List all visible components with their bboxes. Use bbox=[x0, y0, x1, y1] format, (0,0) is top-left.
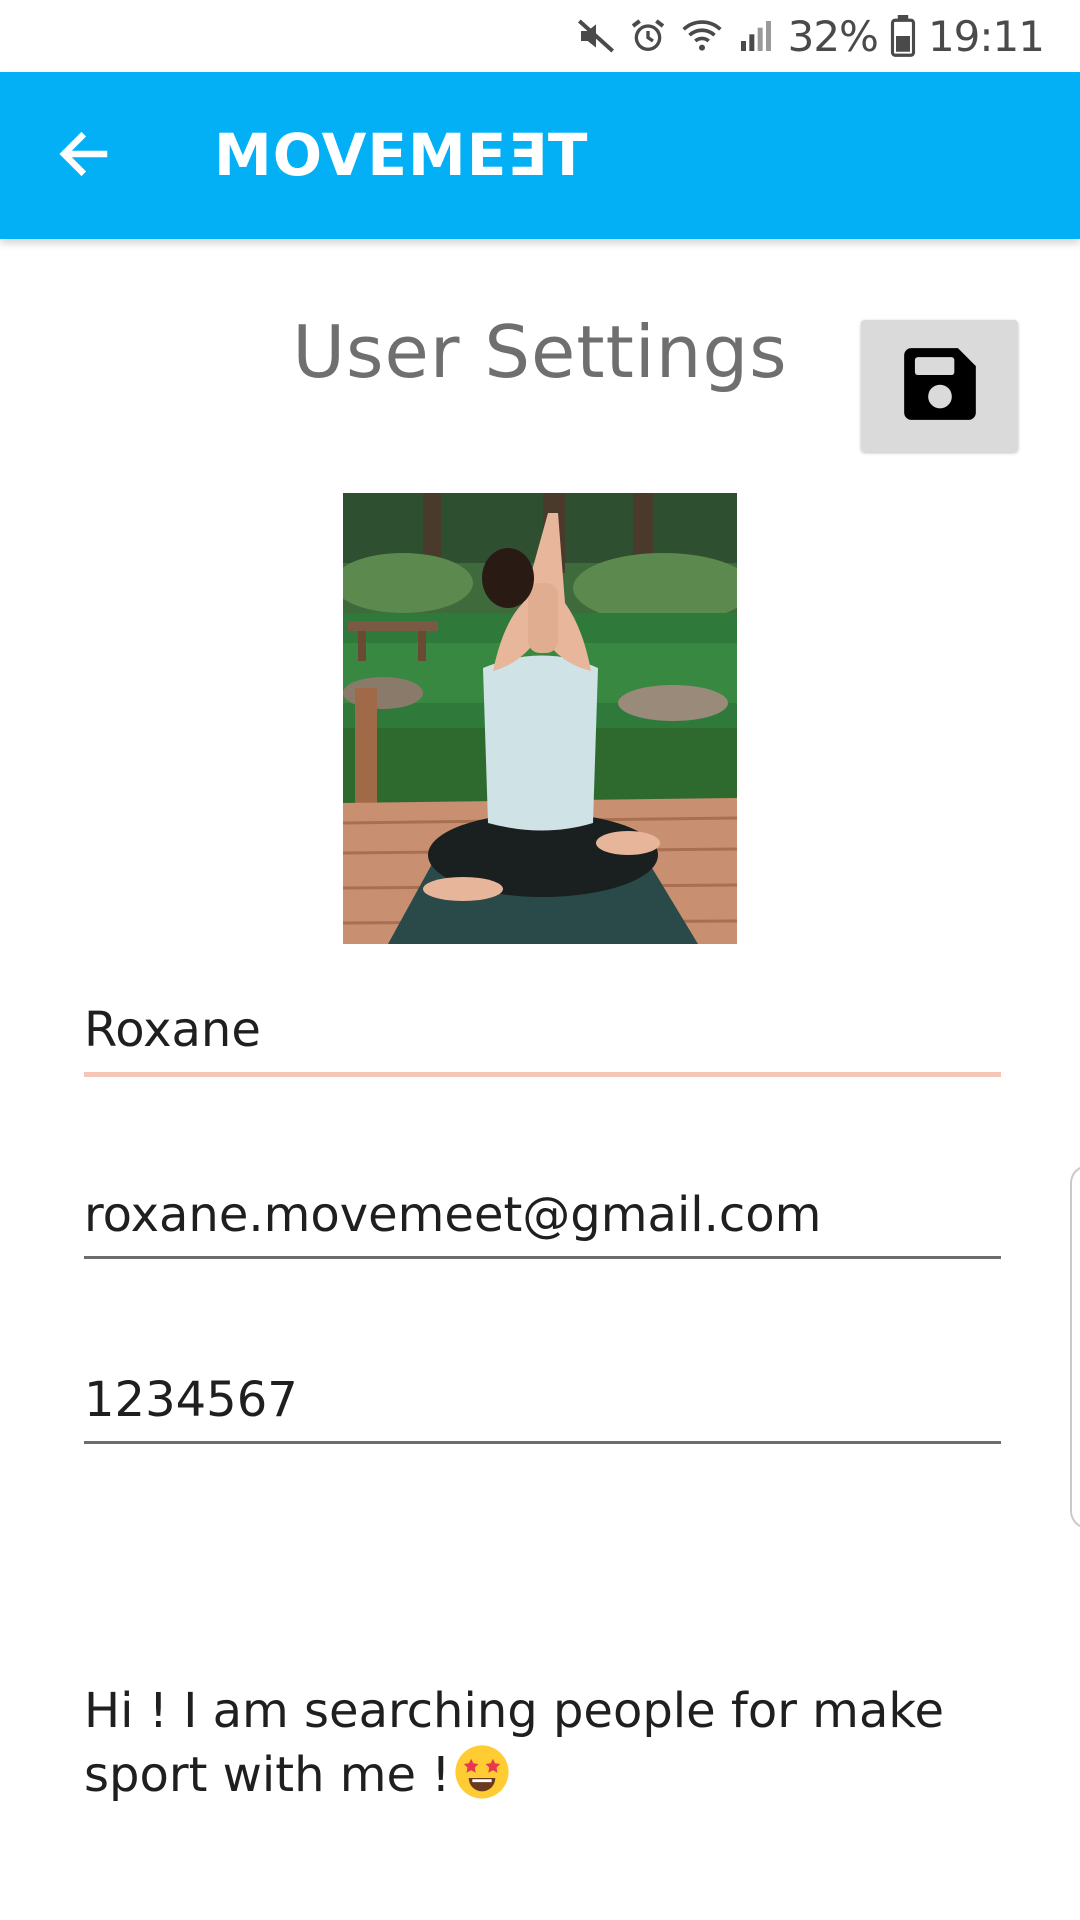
app-bar: MOVEMEƎT bbox=[0, 72, 1080, 239]
bio-field[interactable]: Hi ! I am searching people for make spor… bbox=[84, 1680, 1001, 1807]
wifi-icon bbox=[680, 16, 724, 56]
profile-photo[interactable] bbox=[343, 493, 737, 944]
signal-icon bbox=[736, 16, 776, 56]
save-button[interactable] bbox=[861, 320, 1018, 452]
bio-text: Hi ! I am searching people for make spor… bbox=[84, 1683, 944, 1803]
floppy-disk-icon bbox=[897, 341, 983, 432]
mute-icon bbox=[576, 16, 616, 56]
email-field-underline bbox=[84, 1256, 1001, 1259]
alarm-icon bbox=[628, 16, 668, 56]
status-bar: 32% 19:11 bbox=[0, 0, 1080, 72]
back-button[interactable] bbox=[42, 114, 126, 198]
clock: 19:11 bbox=[927, 11, 1045, 61]
name-field[interactable] bbox=[84, 990, 1001, 1070]
app-title: MOVEMEƎT bbox=[214, 121, 589, 189]
email-field[interactable] bbox=[84, 1175, 1001, 1255]
battery-percent: 32% bbox=[787, 11, 879, 61]
status-icons: 32% 19:11 bbox=[576, 0, 1045, 72]
arrow-left-icon bbox=[54, 124, 114, 189]
phone-field-underline bbox=[84, 1441, 1001, 1444]
name-field-underline bbox=[84, 1072, 1001, 1077]
edge-panel-handle[interactable] bbox=[1070, 1165, 1080, 1529]
star-struck-emoji bbox=[453, 1743, 511, 1801]
battery-icon bbox=[890, 15, 916, 57]
phone-field[interactable] bbox=[84, 1360, 1001, 1440]
page-title: User Settings bbox=[292, 310, 788, 394]
